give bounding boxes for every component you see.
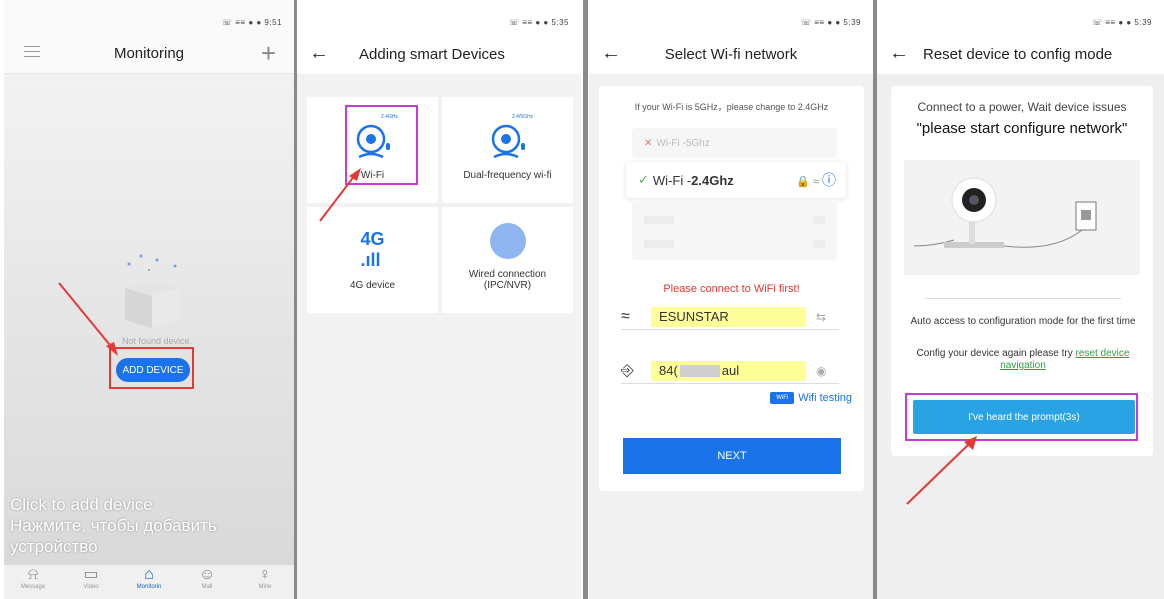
status-bar: ☏ ≡≡ ● ● 9:51	[4, 0, 294, 34]
wifi-row-5g[interactable]: ✕ Wi-Fi - 5Ghz	[632, 128, 837, 158]
divider-line	[925, 298, 1121, 299]
tab-mall[interactable]: ☺ Mall	[182, 566, 232, 590]
wifi-list: ✕ Wi-Fi - 5Ghz ✓ Wi-Fi - 2.4Ghz 🔒 ≈ ⓘ	[626, 128, 846, 260]
device-option-4g[interactable]: 4G .ıll 4G device	[307, 207, 438, 313]
plus-icon[interactable]: +	[261, 38, 276, 69]
device-illustration	[904, 160, 1140, 275]
menu-icon[interactable]	[24, 46, 40, 60]
cross-icon: ✕	[644, 137, 653, 149]
status-bar: ☏ ≡≡ ● ● 5:39	[589, 0, 873, 34]
adding-devices-screen: ☏ ≡≡ ● ● 5:35 ← Adding smart Devices 2.4…	[297, 0, 581, 599]
tab-mine[interactable]: ♀ Mine	[240, 566, 290, 590]
top-nav: ← Select Wi-fi network	[589, 34, 873, 74]
eye-icon[interactable]: ◉	[816, 364, 826, 378]
camera-plug-icon	[913, 177, 1097, 248]
home-icon: ⌂	[144, 566, 154, 583]
tab-message[interactable]: ⍾ Message	[8, 566, 58, 590]
instruction-ru: Нажмите, чтобы добавить устройство	[10, 516, 217, 556]
tab-video[interactable]: ▭ Video	[66, 566, 116, 590]
device-option-label: Dual-frequency wi-fi	[463, 170, 552, 181]
back-arrow-icon[interactable]: ←	[601, 42, 621, 65]
device-type-grid: 2.4GHz Wi-Fi 2.4/5GHz Dual-frequency wi-…	[307, 97, 573, 313]
highlight-box-purple	[905, 393, 1138, 441]
device-option-dual-frequency[interactable]: 2.4/5GHz Dual-frequency wi-fi	[442, 97, 573, 203]
wifi-icon: ≈	[621, 307, 630, 325]
empty-message: Not found device.	[122, 336, 193, 346]
check-icon: ✓	[638, 172, 649, 187]
back-arrow-icon[interactable]: ←	[309, 42, 329, 65]
instruction-line: Connect to a power, Wait device issues	[917, 100, 1127, 114]
password-value[interactable]: 84(aul	[651, 360, 806, 381]
switch-network-icon[interactable]: ⇆	[816, 310, 826, 324]
error-message: Please connect to WiFi first!	[663, 283, 800, 295]
info-icon[interactable]: ⓘ	[822, 172, 836, 188]
wifi-placeholder-rows	[632, 202, 837, 260]
select-wifi-screen: ☏ ≡≡ ● ● 5:39 ← Select Wi-fi network If …	[589, 0, 873, 599]
page-title: Select Wi-fi network	[664, 45, 798, 63]
dual-wifi-camera-icon	[491, 124, 525, 159]
user-icon: ♀	[259, 566, 271, 583]
page-title: Reset device to config mode	[923, 45, 1113, 63]
top-nav: Monitoring +	[4, 34, 294, 74]
page-title: Adding smart Devices	[359, 45, 505, 63]
next-button[interactable]: NEXT	[623, 438, 841, 474]
folder-icon: ▭	[83, 566, 99, 583]
auto-access-text: Auto access to configuration mode for th…	[910, 316, 1136, 327]
highlight-box-red	[109, 347, 194, 389]
status-bar: ☏ ≡≡ ● ● 5:39	[877, 0, 1164, 34]
plug-icon	[489, 223, 526, 259]
device-option-label: Wired connection (IPC/NVR)	[468, 269, 547, 291]
bottom-tab-bar: ⍾ Message ▭ Video ⌂ Monitorin ☺ Mall ♀ M…	[4, 562, 294, 599]
config-again-text: Config your device again please try rese…	[916, 348, 1130, 371]
password-field[interactable]: ⎆ 84(aul ◉	[621, 358, 839, 384]
ssid-value[interactable]: ESUNSTAR	[651, 306, 806, 327]
top-nav: ← Adding smart Devices	[297, 34, 581, 74]
instruction-overlay: Click to add device Нажмите, чтобы добав…	[10, 494, 290, 557]
status-bar: ☏ ≡≡ ● ● 5:35	[297, 0, 581, 34]
device-option-wifi[interactable]: 2.4GHz Wi-Fi	[307, 97, 438, 203]
page-title: Monitoring	[113, 45, 185, 62]
ssid-field[interactable]: ≈ ESUNSTAR ⇆	[621, 304, 839, 330]
frequency-hint: If your Wi-Fi is 5GHz，please change to 2…	[634, 102, 829, 112]
reset-device-screen: ☏ ≡≡ ● ● 5:39 ← Reset device to config m…	[877, 0, 1164, 599]
panel-divider	[583, 0, 588, 599]
back-arrow-icon[interactable]: ←	[889, 42, 909, 65]
wifi-status-icons: 🔒 ≈ ⓘ	[796, 172, 836, 188]
empty-box-icon	[125, 254, 179, 328]
monitoring-screen: ☏ ≡≡ ● ● 9:51 Monitoring + Not found dev…	[4, 0, 294, 599]
4g-signal-icon: 4G .ıll	[360, 229, 385, 270]
highlight-box-purple	[345, 105, 418, 185]
bell-icon: ⍾	[27, 566, 39, 583]
shop-icon: ☺	[198, 566, 216, 583]
wifi-row-24g[interactable]: ✓ Wi-Fi - 2.4Ghz 🔒 ≈ ⓘ	[626, 162, 846, 198]
wifi-card: If your Wi-Fi is 5GHz，please change to 2…	[599, 86, 864, 491]
wifi-testing-link[interactable]: WiFi Wifi testing	[770, 392, 852, 404]
wifi-badge-icon: WiFi	[770, 392, 795, 404]
instruction-quote: "please start configure network"	[916, 120, 1128, 137]
device-option-wired[interactable]: Wired connection (IPC/NVR)	[442, 207, 573, 313]
instruction-en: Click to add device	[10, 495, 153, 514]
tab-monitoring[interactable]: ⌂ Monitorin	[124, 566, 174, 590]
device-option-label: 4G device	[349, 280, 396, 291]
top-nav: ← Reset device to config mode	[877, 34, 1164, 74]
lock-icon: ⎆	[621, 361, 634, 379]
